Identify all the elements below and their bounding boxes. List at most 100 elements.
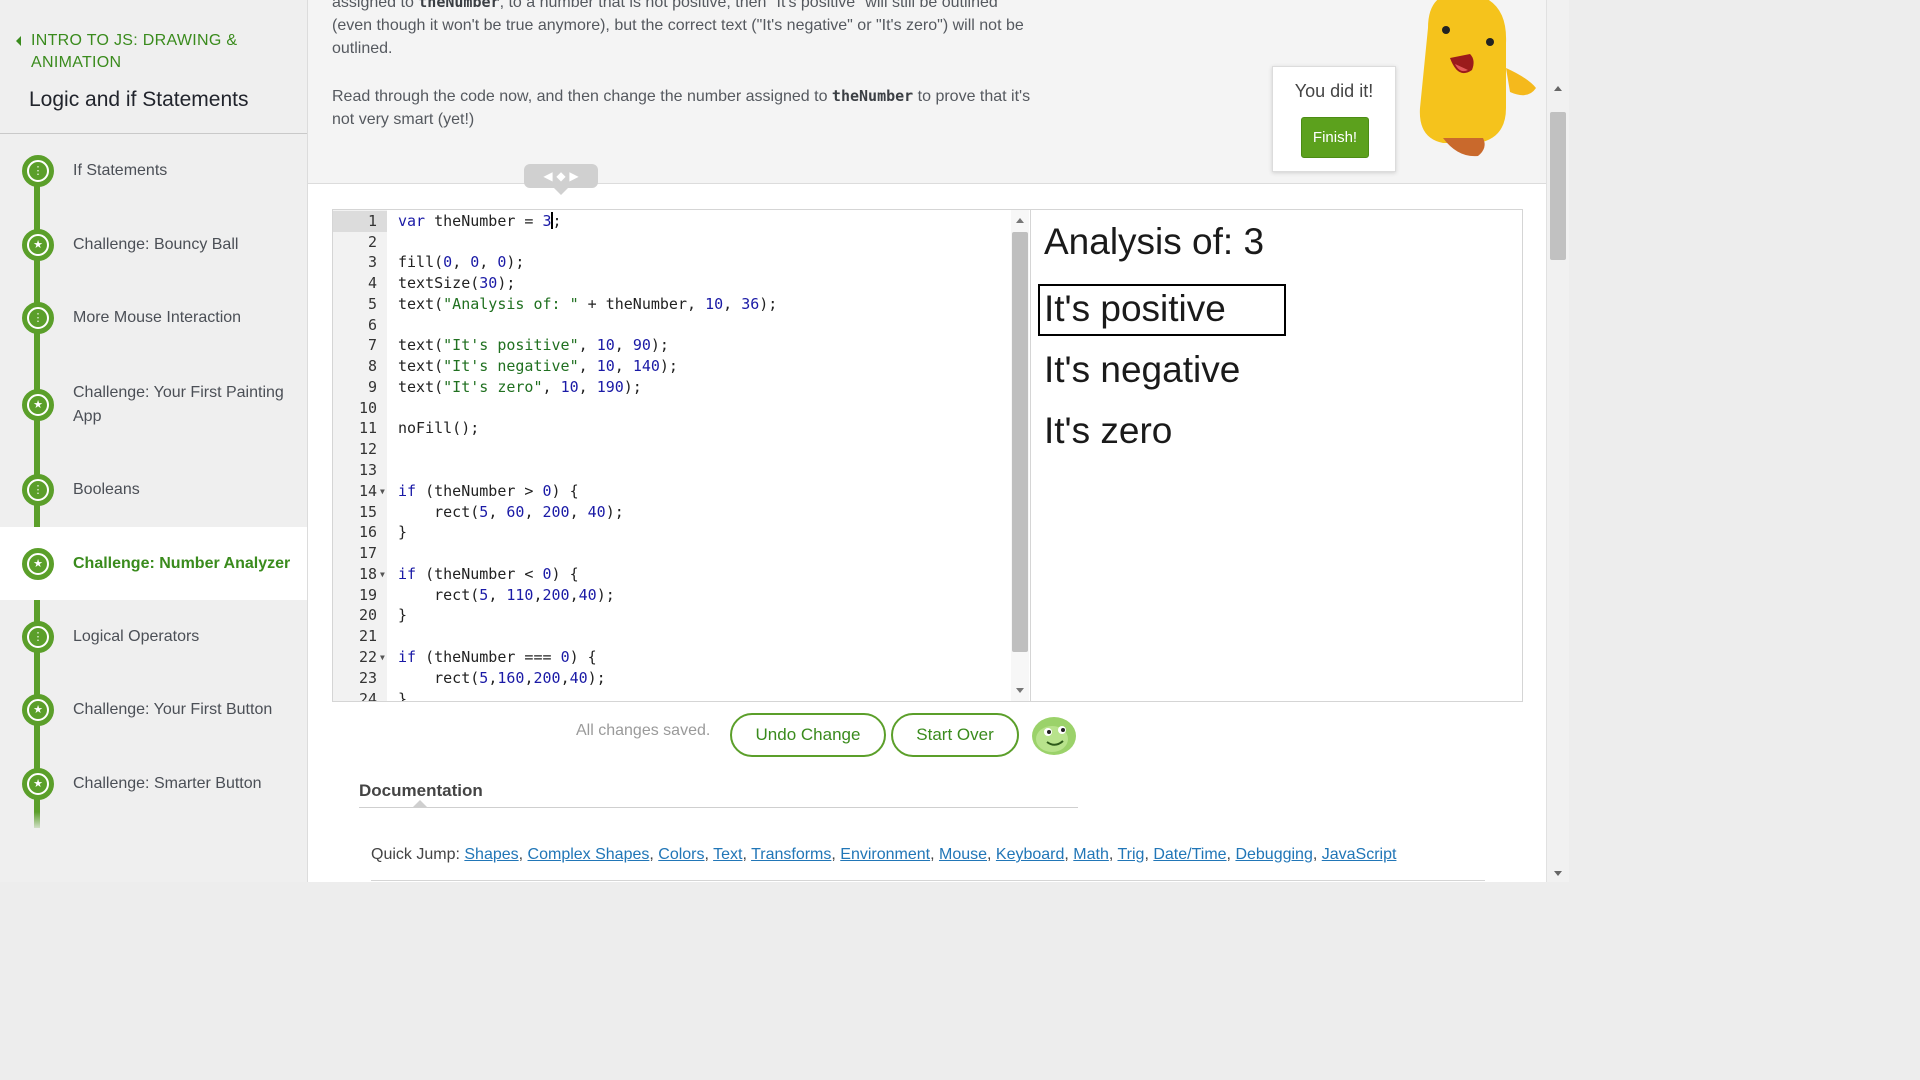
- code-line[interactable]: 14 ▼ if (theNumber > 0) {: [333, 481, 1013, 502]
- talkthrough-icon: ⋮: [22, 473, 54, 506]
- page-scrollbar[interactable]: [1546, 0, 1569, 882]
- sidebar-item-label: More Mouse Interaction: [73, 308, 242, 326]
- code-line[interactable]: 18 ▼ if (theNumber < 0) {: [333, 564, 1013, 585]
- doc-link-environment[interactable]: Environment: [840, 846, 930, 863]
- editor-scrollbar[interactable]: [1011, 210, 1029, 701]
- back-link-label: INTRO TO JS: DRAWING & ANIMATION: [31, 32, 238, 71]
- success-card: You did it! Finish!: [1272, 66, 1396, 172]
- code-line[interactable]: 4 textSize(30);: [333, 273, 1013, 294]
- editor-scroll-thumb[interactable]: [1012, 232, 1028, 652]
- doc-link-trig[interactable]: Trig: [1117, 846, 1144, 863]
- tab-notch-icon: [413, 800, 427, 807]
- caret-left-icon: [16, 36, 21, 46]
- challenge-star-icon: ★: [22, 228, 54, 261]
- back-to-course-link[interactable]: INTRO TO JS: DRAWING & ANIMATION: [14, 30, 261, 74]
- sidebar-item-number-analyzer[interactable]: ★ Challenge: Number Analyzer: [0, 527, 307, 600]
- sidebar-item-booleans[interactable]: ⋮ Booleans: [0, 453, 307, 526]
- hopper-avatar-icon: [1032, 717, 1076, 755]
- talkthrough-icon: ⋮: [22, 154, 54, 187]
- undo-change-button[interactable]: Undo Change: [730, 713, 886, 757]
- documentation-divider: [371, 880, 1485, 881]
- fold-arrow-icon[interactable]: ▼: [380, 481, 385, 502]
- doc-link-mouse[interactable]: Mouse: [939, 846, 987, 863]
- instructions-paragraph: Read through the code now, and then chan…: [332, 87, 1031, 128]
- doc-link-math[interactable]: Math: [1073, 846, 1109, 863]
- code-line[interactable]: 2: [333, 232, 1013, 253]
- challenge-star-icon: ★: [22, 547, 54, 580]
- quick-jump: Quick Jump: Shapes, Complex Shapes, Colo…: [371, 846, 1397, 863]
- doc-link-shapes[interactable]: Shapes: [464, 846, 518, 863]
- talkthrough-icon: ⋮: [22, 301, 54, 334]
- scroll-up-arrow-icon[interactable]: [1016, 218, 1024, 223]
- code-line[interactable]: 15 rect(5, 60, 200, 40);: [333, 502, 1013, 523]
- doc-link-debugging[interactable]: Debugging: [1235, 846, 1312, 863]
- scroll-down-arrow-icon[interactable]: [1554, 871, 1562, 876]
- doc-link-keyboard[interactable]: Keyboard: [996, 846, 1065, 863]
- code-line[interactable]: 21: [333, 626, 1013, 647]
- sidebar-item-label: Challenge: Bouncy Ball: [73, 235, 239, 253]
- topic-title: Logic and if Statements: [29, 88, 249, 111]
- challenge-star-icon: ★: [22, 693, 54, 726]
- code-line[interactable]: 22 ▼ if (theNumber === 0) {: [333, 647, 1013, 668]
- code-line[interactable]: 23 rect(5,160,200,40);: [333, 668, 1013, 689]
- sidebar-item-first-painting-app[interactable]: ★ Challenge: Your First Painting App: [0, 363, 307, 447]
- winston-mascot-icon: [1419, 0, 1536, 157]
- start-over-button[interactable]: Start Over: [891, 713, 1019, 757]
- doc-link-javascript[interactable]: JavaScript: [1322, 846, 1397, 863]
- sidebar-item-if-statements[interactable]: ⋮ If Statements: [0, 134, 307, 207]
- code-line[interactable]: 19 rect(5, 110,200,40);: [333, 585, 1013, 606]
- code-line[interactable]: 17: [333, 543, 1013, 564]
- sidebar: INTRO TO JS: DRAWING & ANIMATION Logic a…: [0, 0, 308, 882]
- code-line[interactable]: 12: [333, 439, 1013, 460]
- doc-link-transforms[interactable]: Transforms: [751, 846, 831, 863]
- code-line[interactable]: 1 var theNumber = 3;: [333, 211, 1013, 232]
- code-line[interactable]: 3 fill(0, 0, 0);: [333, 252, 1013, 273]
- doc-link-text[interactable]: Text: [713, 846, 742, 863]
- code-line[interactable]: 9 text("It's zero", 10, 190);: [333, 377, 1013, 398]
- page-scroll-thumb[interactable]: [1550, 112, 1566, 260]
- split-drag-handle[interactable]: ◀ ◆ ▶: [524, 164, 598, 195]
- doc-link-complex-shapes[interactable]: Complex Shapes: [528, 846, 650, 863]
- code-line[interactable]: 8 text("It's negative", 10, 140);: [333, 356, 1013, 377]
- documentation-tab[interactable]: Documentation: [359, 781, 483, 801]
- quick-jump-label: Quick Jump:: [371, 846, 460, 863]
- instructions-paragraph: assigned to theNumber, to a number that …: [332, 0, 1024, 57]
- scroll-down-arrow-icon[interactable]: [1016, 688, 1024, 693]
- code-line[interactable]: 24}: [333, 689, 1013, 701]
- code-line[interactable]: 10: [333, 398, 1013, 419]
- finish-button[interactable]: Finish!: [1301, 117, 1369, 158]
- code-line[interactable]: 20}: [333, 605, 1013, 626]
- instructions-panel: assigned to theNumber, to a number that …: [308, 0, 1546, 184]
- sidebar-item-label: Logical Operators: [73, 627, 200, 645]
- sidebar-item-first-button[interactable]: ★ Challenge: Your First Button: [0, 673, 307, 746]
- output-text-zero: It's zero: [1044, 410, 1173, 451]
- sidebar-item-bouncy-ball[interactable]: ★ Challenge: Bouncy Ball: [0, 208, 307, 281]
- fold-arrow-icon[interactable]: ▼: [380, 647, 385, 668]
- doc-link-colors[interactable]: Colors: [658, 846, 704, 863]
- talkthrough-icon: ⋮: [22, 620, 54, 653]
- doc-link-date-time[interactable]: Date/Time: [1153, 846, 1226, 863]
- code-line[interactable]: 5 text("Analysis of: " + theNumber, 10, 3…: [333, 294, 1013, 315]
- sidebar-item-label: Challenge: Your First Button: [73, 700, 273, 718]
- sidebar-item-more-mouse-interaction[interactable]: ⋮ More Mouse Interaction: [0, 281, 307, 354]
- output-text-negative: It's negative: [1044, 349, 1241, 390]
- sidebar-item-smarter-button[interactable]: ★ Challenge: Smarter Button: [0, 747, 307, 820]
- code-line[interactable]: 11 noFill();: [333, 418, 1013, 439]
- code-line[interactable]: 13: [333, 460, 1013, 481]
- sidebar-item-label: Challenge: Your First Painting App: [73, 384, 284, 425]
- scroll-up-arrow-icon[interactable]: [1554, 86, 1562, 91]
- code-editor[interactable]: 1 var theNumber = 3; 2 3 fill(0, 0, 0); 4t…: [332, 209, 1031, 702]
- sidebar-item-label: Booleans: [73, 480, 140, 498]
- sidebar-item-label: If Statements: [73, 161, 168, 179]
- success-message: You did it!: [1294, 81, 1374, 101]
- main-content: assigned to theNumber, to a number that …: [308, 0, 1546, 882]
- challenge-star-icon: ★: [22, 389, 54, 421]
- output-text-positive: It's positive: [1044, 288, 1226, 329]
- output-canvas[interactable]: Analysis of: 3 It's positive It's negati…: [1030, 209, 1523, 702]
- documentation-underline: [359, 807, 1078, 808]
- sidebar-item-logical-operators[interactable]: ⋮ Logical Operators: [0, 600, 307, 673]
- code-line[interactable]: 6: [333, 315, 1013, 336]
- code-line[interactable]: 16}: [333, 522, 1013, 543]
- fold-arrow-icon[interactable]: ▼: [380, 564, 385, 585]
- code-line[interactable]: 7 text("It's positive", 10, 90);: [333, 335, 1013, 356]
